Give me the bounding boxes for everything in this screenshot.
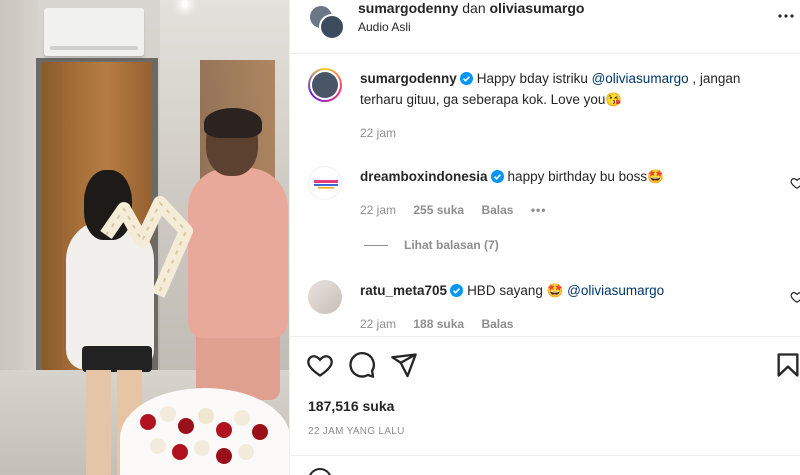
- woman-shorts: [82, 346, 152, 372]
- reply-button[interactable]: Balas: [481, 203, 513, 217]
- comment-body: HBD sayang 🤩: [467, 283, 568, 298]
- dreambox-logo: [314, 180, 338, 189]
- avatar[interactable]: [308, 166, 342, 200]
- post-authors: sumargodenny dan oliviasumargo: [358, 0, 584, 16]
- mention-link[interactable]: @oliviasumargo: [567, 283, 664, 298]
- author-connector: dan: [462, 0, 486, 16]
- caption-meta: 22 jam: [360, 126, 410, 140]
- timestamp: 22 jam: [360, 126, 397, 140]
- reply-button[interactable]: Balas: [481, 317, 513, 331]
- post-actions: 187,516 suka 22 JAM YANG LALU: [290, 336, 800, 440]
- bookmark-icon[interactable]: [774, 351, 800, 379]
- username-link[interactable]: dreamboxindonesia: [360, 169, 488, 184]
- avatar[interactable]: [319, 14, 345, 40]
- timestamp: 22 jam: [360, 203, 397, 217]
- heart-icon[interactable]: [790, 176, 800, 190]
- ceiling-light: [182, 0, 188, 8]
- post-header: sumargodenny dan oliviasumargo Audio Asl…: [290, 0, 800, 54]
- post-details-panel: sumargodenny dan oliviasumargo Audio Asl…: [289, 0, 800, 475]
- mention-link[interactable]: @oliviasumargo: [592, 71, 689, 86]
- verified-badge-icon: [459, 72, 473, 85]
- comment-text: dreamboxindonesia happy birthday bu boss🤩: [360, 166, 780, 187]
- author-link[interactable]: oliviasumargo: [490, 0, 585, 16]
- collab-avatars[interactable]: [308, 4, 348, 44]
- comment-text: ratu_meta705 HBD sayang 🤩 @oliviasumargo: [360, 280, 780, 301]
- comment-more-button[interactable]: •••: [531, 203, 547, 217]
- comment-meta: 22 jam 255 suka Balas •••: [360, 203, 560, 217]
- flower-bouquet: [120, 388, 289, 475]
- comment-likes[interactable]: 188 suka: [413, 317, 464, 331]
- author-link[interactable]: sumargodenny: [358, 0, 458, 16]
- heart-icon[interactable]: [790, 290, 800, 304]
- emoji-icon[interactable]: [308, 468, 332, 475]
- money-board: [100, 196, 193, 298]
- comment-meta: 22 jam 188 suka Balas: [360, 317, 527, 331]
- avatar[interactable]: [308, 280, 342, 314]
- caption-text: sumargodenny Happy bday istriku @oliviasu…: [360, 68, 780, 110]
- username-link[interactable]: sumargodenny: [360, 71, 457, 86]
- man-hair: [204, 108, 262, 138]
- comment-icon[interactable]: [348, 351, 376, 379]
- comment-body: happy birthday bu boss🤩: [507, 169, 664, 184]
- post-media[interactable]: [0, 0, 289, 475]
- view-replies-button[interactable]: Lihat balasan (7): [364, 238, 499, 252]
- comment-composer: [290, 455, 800, 475]
- verified-badge-icon: [450, 284, 464, 297]
- comment-likes[interactable]: 255 suka: [413, 203, 464, 217]
- air-conditioner: [44, 8, 144, 56]
- share-icon[interactable]: [390, 351, 418, 379]
- avatar[interactable]: [308, 68, 342, 102]
- likes-count[interactable]: 187,516 suka: [308, 398, 394, 414]
- man-figure: [188, 168, 288, 338]
- timestamp: 22 jam: [360, 317, 397, 331]
- more-options-icon[interactable]: [776, 6, 796, 26]
- post-time: 22 JAM YANG LALU: [308, 426, 405, 437]
- verified-badge-icon: [490, 170, 504, 183]
- audio-link[interactable]: Audio Asli: [358, 20, 411, 34]
- username-link[interactable]: ratu_meta705: [360, 283, 447, 298]
- caption-body: Happy bday istriku: [476, 71, 592, 86]
- heart-icon[interactable]: [306, 351, 334, 379]
